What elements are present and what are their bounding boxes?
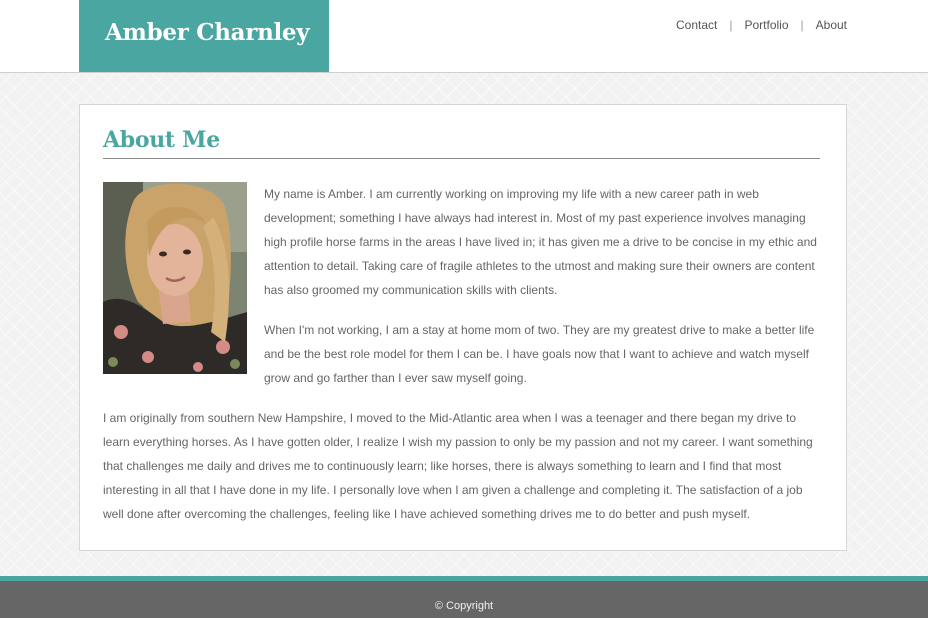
profile-photo-image <box>103 182 247 374</box>
site-footer: © Copyright <box>0 581 928 618</box>
about-paragraph-1: My name is Amber. I am currently working… <box>264 187 817 297</box>
nav-link-portfolio[interactable]: Portfolio <box>744 18 788 32</box>
about-paragraph-2: When I'm not working, I am a stay at hom… <box>264 323 815 385</box>
site-logo-text[interactable]: Amber Charnley <box>105 19 310 46</box>
copyright-text: © Copyright <box>434 600 494 612</box>
about-paragraph-3: I am originally from southern New Hampsh… <box>103 411 813 521</box>
about-card: About Me My name is Amber. I am currentl… <box>79 104 847 551</box>
nav-link-contact[interactable]: Contact <box>676 18 717 32</box>
title-divider <box>103 158 820 159</box>
site-header: Amber Charnley Contact | Portfolio | Abo… <box>0 0 928 73</box>
main-nav: Contact | Portfolio | About <box>676 18 847 32</box>
profile-photo <box>103 182 247 374</box>
logo-block[interactable]: Amber Charnley <box>79 0 329 72</box>
page-title: About Me <box>103 127 220 153</box>
nav-separator: | <box>729 18 733 32</box>
nav-separator: | <box>800 18 804 32</box>
nav-link-about[interactable]: About <box>816 18 847 32</box>
